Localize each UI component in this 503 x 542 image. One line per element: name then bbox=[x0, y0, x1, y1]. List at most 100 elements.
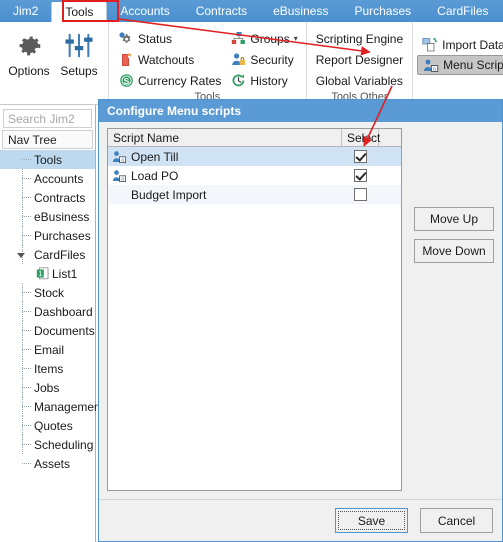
global-variables-button[interactable]: Global Variables bbox=[311, 70, 408, 91]
nav-item-jobs[interactable]: Jobs bbox=[0, 378, 95, 397]
table-row[interactable]: a Open Till bbox=[108, 147, 401, 166]
nav-item-cardfiles[interactable]: CardFiles bbox=[0, 245, 95, 264]
nav-item-accounts[interactable]: Accounts bbox=[0, 169, 95, 188]
nav-item-management[interactable]: Management bbox=[0, 397, 104, 416]
row-select-cell[interactable] bbox=[342, 169, 379, 182]
data-column: Import Data a Menu Scripts bbox=[417, 25, 503, 104]
ribbon-tab-contracts[interactable]: Contracts bbox=[183, 0, 260, 22]
dialog-title: Configure Menu scripts bbox=[99, 100, 502, 122]
script-icon: a bbox=[112, 169, 127, 183]
chevron-down-icon[interactable] bbox=[17, 253, 25, 258]
row-select-cell[interactable] bbox=[342, 188, 379, 201]
nav-item-assets[interactable]: Assets bbox=[0, 454, 95, 473]
nav-item-dashboard[interactable]: Dashboard bbox=[0, 302, 95, 321]
ribbon-group-tools-other: Scripting Engine Report Designer Global … bbox=[305, 22, 412, 104]
row-checkbox[interactable] bbox=[354, 169, 367, 182]
gear-icon bbox=[14, 29, 44, 63]
menu-scripts-button-label: Menu Scripts bbox=[443, 58, 503, 72]
nav-item-list1[interactable]: 1 List1 bbox=[0, 264, 95, 283]
cancel-button[interactable]: Cancel bbox=[420, 508, 493, 533]
nav-item-label: Dashboard bbox=[34, 304, 93, 319]
tree-line bbox=[22, 425, 31, 426]
groups-button[interactable]: Groups ▾ bbox=[225, 28, 301, 49]
watchouts-button[interactable]: Watchouts bbox=[113, 49, 225, 70]
nav-item-documents[interactable]: Documents bbox=[0, 321, 95, 340]
menu-scripts-icon: a bbox=[422, 57, 440, 74]
security-button[interactable]: Security bbox=[225, 49, 301, 70]
nav-item-label: Accounts bbox=[34, 171, 84, 186]
tree-line bbox=[22, 368, 31, 369]
chevron-down-icon[interactable]: ▾ bbox=[294, 34, 298, 43]
tree-line bbox=[22, 387, 31, 388]
options-button-label: Options bbox=[8, 64, 50, 78]
nav-item-contracts[interactable]: Contracts bbox=[0, 188, 95, 207]
scripts-grid: Script Name Select a Open Till a Load PO… bbox=[107, 128, 402, 491]
tree-line bbox=[22, 197, 31, 198]
currency-rates-button[interactable]: S Currency Rates bbox=[113, 70, 225, 91]
security-icon bbox=[229, 51, 247, 68]
history-button[interactable]: History bbox=[225, 70, 301, 91]
nav-tree-list: Tools Accounts Contracts eBusiness Purch… bbox=[0, 150, 104, 473]
tree-line bbox=[22, 216, 31, 217]
grid-header-row: Script Name Select bbox=[108, 129, 401, 147]
row-select-cell[interactable] bbox=[342, 150, 379, 163]
row-script-name: a Load PO bbox=[108, 169, 342, 183]
nav-item-label: Documents bbox=[34, 323, 95, 338]
tree-line bbox=[22, 463, 31, 464]
currency-rates-button-label: Currency Rates bbox=[138, 73, 222, 88]
nav-item-scheduling[interactable]: Scheduling bbox=[0, 435, 95, 454]
nav-item-stock[interactable]: Stock bbox=[0, 283, 95, 302]
history-icon bbox=[229, 72, 247, 89]
setups-button[interactable]: Setups bbox=[54, 25, 104, 104]
column-header-select[interactable]: Select bbox=[342, 129, 380, 146]
save-button[interactable]: Save bbox=[335, 508, 408, 533]
configure-menu-scripts-dialog: Configure Menu scripts Script Name Selec… bbox=[98, 99, 503, 542]
row-label: Budget Import bbox=[131, 187, 207, 202]
scripting-engine-button[interactable]: Scripting Engine bbox=[311, 28, 408, 49]
row-script-name: Budget Import bbox=[108, 188, 342, 202]
table-row[interactable]: Budget Import bbox=[108, 185, 401, 204]
nav-item-label: Items bbox=[34, 361, 64, 376]
nav-item-label: eBusiness bbox=[34, 209, 90, 224]
options-button[interactable]: Options bbox=[4, 25, 54, 104]
watchouts-icon bbox=[117, 51, 135, 68]
report-designer-button[interactable]: Report Designer bbox=[311, 49, 408, 70]
nav-item-purchases[interactable]: Purchases bbox=[0, 226, 95, 245]
nav-item-quotes[interactable]: Quotes bbox=[0, 416, 95, 435]
groups-button-label: Groups bbox=[250, 31, 290, 46]
table-row[interactable]: a Load PO bbox=[108, 166, 401, 185]
nav-item-email[interactable]: Email bbox=[0, 340, 95, 359]
nav-item-label: Assets bbox=[34, 456, 71, 471]
ribbon-tab-jim2[interactable]: Jim2 bbox=[0, 0, 51, 22]
tree-line bbox=[22, 444, 31, 445]
ribbon-tab-purchases[interactable]: Purchases bbox=[341, 0, 424, 22]
column-header-script-name[interactable]: Script Name bbox=[108, 129, 342, 146]
annotation-box-tools-tab bbox=[62, 0, 119, 22]
tree-line bbox=[22, 406, 31, 407]
nav-item-ebusiness[interactable]: eBusiness bbox=[0, 207, 95, 226]
ribbon-tab-cardfiles[interactable]: CardFiles bbox=[424, 0, 501, 22]
nav-item-label: Email bbox=[34, 342, 65, 357]
move-down-button[interactable]: Move Down bbox=[414, 239, 494, 263]
row-checkbox[interactable] bbox=[354, 188, 367, 201]
application-window: Jim2 Tools Accounts Contracts eBusiness … bbox=[0, 0, 503, 542]
nav-item-label: Purchases bbox=[34, 228, 91, 243]
security-button-label: Security bbox=[250, 52, 294, 67]
search-input[interactable]: Search Jim2 bbox=[3, 109, 92, 128]
script-icon: a bbox=[112, 150, 127, 164]
tree-line bbox=[22, 235, 31, 236]
dialog-body: Script Name Select a Open Till a Load PO… bbox=[99, 122, 502, 499]
nav-item-items[interactable]: Items bbox=[0, 359, 95, 378]
import-data-button[interactable]: Import Data bbox=[417, 34, 503, 55]
nav-item-tools[interactable]: Tools bbox=[0, 150, 95, 169]
status-button[interactable]: Status bbox=[113, 28, 225, 49]
tree-line bbox=[22, 292, 31, 293]
move-up-button[interactable]: Move Up bbox=[414, 207, 494, 231]
import-data-icon bbox=[421, 36, 439, 53]
tree-line bbox=[22, 178, 31, 179]
row-checkbox[interactable] bbox=[354, 150, 367, 163]
ribbon-tab-ebusiness[interactable]: eBusiness bbox=[260, 0, 341, 22]
nav-item-label: Quotes bbox=[34, 418, 73, 433]
svg-text:1: 1 bbox=[38, 271, 42, 278]
menu-scripts-button[interactable]: a Menu Scripts bbox=[417, 55, 503, 75]
